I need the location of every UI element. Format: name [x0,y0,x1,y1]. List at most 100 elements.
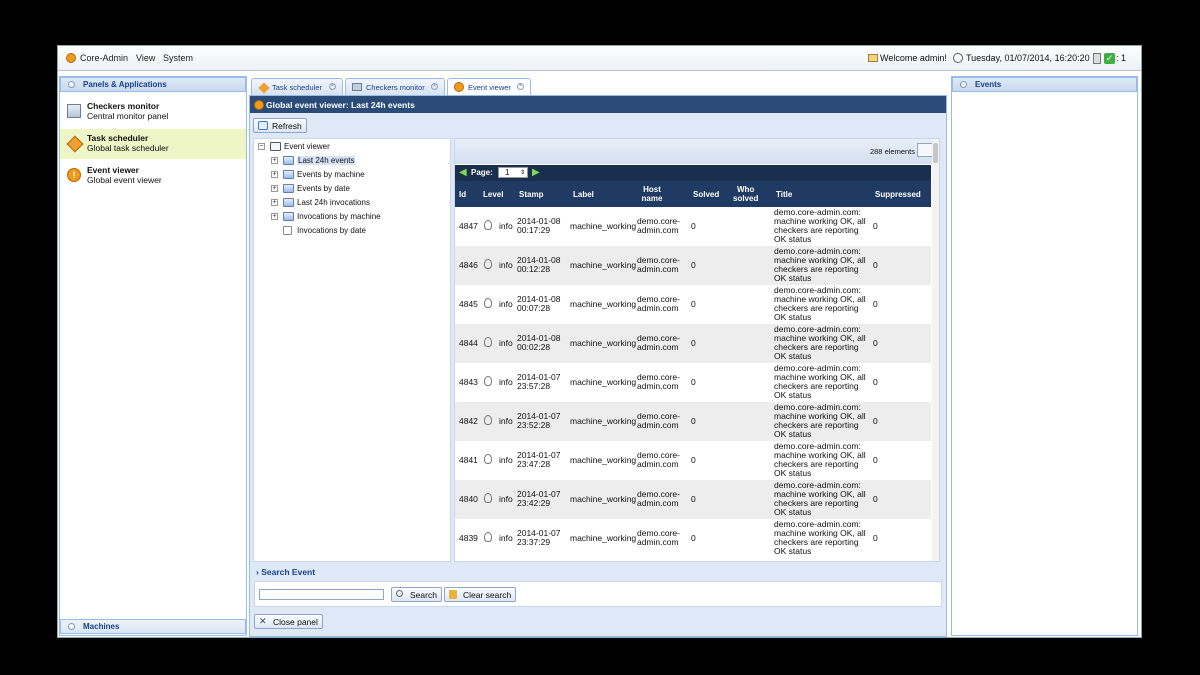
cell-stamp: 2014-01-07 23:42:29 [517,489,561,508]
tree-node-label: Events by machine [297,170,365,179]
panel-title-bar: Global event viewer: Last 24h events [250,96,946,113]
clear-search-button[interactable]: Clear search [444,587,517,602]
table-row[interactable]: 4844 info 2014-01-08 00:02:28 machine_workin… [455,324,931,363]
expand-icon[interactable]: + [271,157,278,164]
grid-toolbar: 288 elements [455,139,939,164]
table-row[interactable]: 4839 info 2014-01-07 23:37:29 machine_workin… [455,519,931,558]
search-input[interactable] [259,589,384,600]
col-host-name[interactable]: Host name [641,185,663,203]
collapse-toggle-icon[interactable] [68,81,75,88]
broom-icon [449,590,457,599]
app-item-event-viewer[interactable]: ! Event viewer Global event viewer [60,161,246,191]
table-row[interactable]: 4841 info 2014-01-07 23:47:28 machine_workin… [455,441,931,480]
tab-label: Checkers monitor [366,83,425,92]
col-stamp[interactable]: Stamp [519,190,543,199]
magnifier-icon [396,590,403,597]
collapse-toggle-icon[interactable] [960,81,967,88]
events-header[interactable]: Events [952,77,1137,92]
grid-scrollbar[interactable] [932,139,939,561]
tree-node-invocations-by-machine[interactable]: + Invocations by machine [271,211,451,223]
expand-icon[interactable]: + [271,213,278,220]
cell-label: machine_working [570,338,637,348]
cell-suppressed: 0 [873,260,878,270]
task-scheduler-icon [66,135,84,153]
app-item-task-scheduler[interactable]: Task scheduler Global task scheduler [60,129,246,159]
tab-task-scheduler[interactable]: Task scheduler × [251,78,343,95]
search-button[interactable]: Search [391,587,442,602]
refresh-button[interactable]: Refresh [253,118,307,133]
status-ok-icon[interactable]: ✓ [1104,53,1115,64]
scrollbar-thumb[interactable] [933,143,938,163]
machines-title: Machines [83,622,120,631]
tree-node-invocations-by-date[interactable]: Invocations by date [271,225,451,237]
table-row[interactable]: 4845 info 2014-01-08 00:07:28 machine_workin… [455,285,931,324]
col-suppressed[interactable]: Suppressed [875,190,921,199]
cell-suppressed: 0 [873,338,878,348]
table-row[interactable]: 4843 info 2014-01-07 23:57:28 machine_workin… [455,363,931,402]
menu-view[interactable]: View [136,53,155,63]
menu-system[interactable]: System [163,53,193,63]
cell-stamp: 2014-01-08 00:17:29 [517,216,561,235]
table-row[interactable]: 4842 info 2014-01-07 23:52:28 machine_workin… [455,402,931,441]
app-item-checkers-monitor[interactable]: Checkers monitor Central monitor panel [60,97,246,127]
panels-applications-header[interactable]: Panels & Applications [60,77,246,92]
clock-icon [953,53,963,63]
grid-search-icon[interactable] [917,143,933,157]
cell-stamp: 2014-01-08 00:12:28 [517,255,561,274]
lightbulb-icon [484,532,492,542]
tab-event-viewer[interactable]: Event viewer × [447,78,531,95]
expand-icon[interactable]: + [271,185,278,192]
tree-node-last-24h-events[interactable]: + Last 24h events [271,155,451,167]
col-who-solved[interactable]: Who solved [733,185,758,203]
col-label[interactable]: Label [573,190,594,199]
collapse-icon[interactable]: − [258,143,265,150]
cell-host: demo.core-admin.com [637,450,680,469]
prev-page-icon[interactable]: ◀ [459,167,467,178]
close-panel-button[interactable]: ✕ Close panel [254,614,323,629]
lightbulb-icon [484,454,492,464]
tree-node-label: Invocations by machine [297,212,381,221]
tree-node-label: Last 24h invocations [297,198,370,207]
expand-icon[interactable]: + [271,171,278,178]
cell-suppressed: 0 [873,221,878,231]
col-id[interactable]: Id [459,190,466,199]
tree-node-events-by-date[interactable]: + Events by date [271,183,451,195]
cell-suppressed: 0 [873,377,878,387]
lightbulb-icon [484,376,492,386]
close-tab-icon[interactable]: × [329,83,336,90]
cell-host: demo.core-admin.com [637,411,680,430]
close-tab-icon[interactable]: × [431,83,438,90]
col-level[interactable]: Level [483,190,503,199]
cell-level: info [499,416,513,426]
col-title[interactable]: Title [776,190,792,199]
tree-node-events-by-machine[interactable]: + Events by machine [271,169,451,181]
search-event-title: Search Event [261,567,316,577]
tree-node-root[interactable]: − Event viewer [258,141,448,153]
next-page-icon[interactable]: ▶ [532,167,540,178]
lightbulb-icon [484,298,492,308]
app-title-menu[interactable]: Core-Admin [80,53,128,63]
page-select[interactable]: 1 ⇕ [498,167,528,178]
cell-title: demo.core-admin.com: machine working OK, … [774,441,866,478]
search-event-header[interactable]: › Search Event [250,565,946,579]
tree-node-label: Last 24h events [297,156,356,165]
machines-header[interactable]: Machines [60,619,246,634]
close-tab-icon[interactable]: × [517,83,524,90]
cell-solved: 0 [691,221,696,231]
table-row[interactable]: 4847 info 2014-01-08 00:17:29 machine_workin… [455,207,931,246]
col-solved[interactable]: Solved [693,190,719,199]
folder-icon [283,184,294,193]
panels-applications-panel: Panels & Applications Checkers monitor C… [59,76,247,636]
cell-title: demo.core-admin.com: machine working OK, … [774,519,866,556]
tree-node-last-24h-invocations[interactable]: + Last 24h invocations [271,197,451,209]
event-viewer-icon [254,100,264,110]
server-icon[interactable] [1093,53,1101,64]
expand-toggle-icon[interactable] [68,623,75,630]
events-panel: Events [951,76,1138,636]
table-row[interactable]: 4846 info 2014-01-08 00:12:28 machine_workin… [455,246,931,285]
cell-suppressed: 0 [873,455,878,465]
tab-checkers-monitor[interactable]: Checkers monitor × [345,78,445,95]
expand-icon[interactable]: + [271,199,278,206]
cell-label: machine_working [570,533,637,543]
table-row[interactable]: 4840 info 2014-01-07 23:42:29 machine_workin… [455,480,931,519]
